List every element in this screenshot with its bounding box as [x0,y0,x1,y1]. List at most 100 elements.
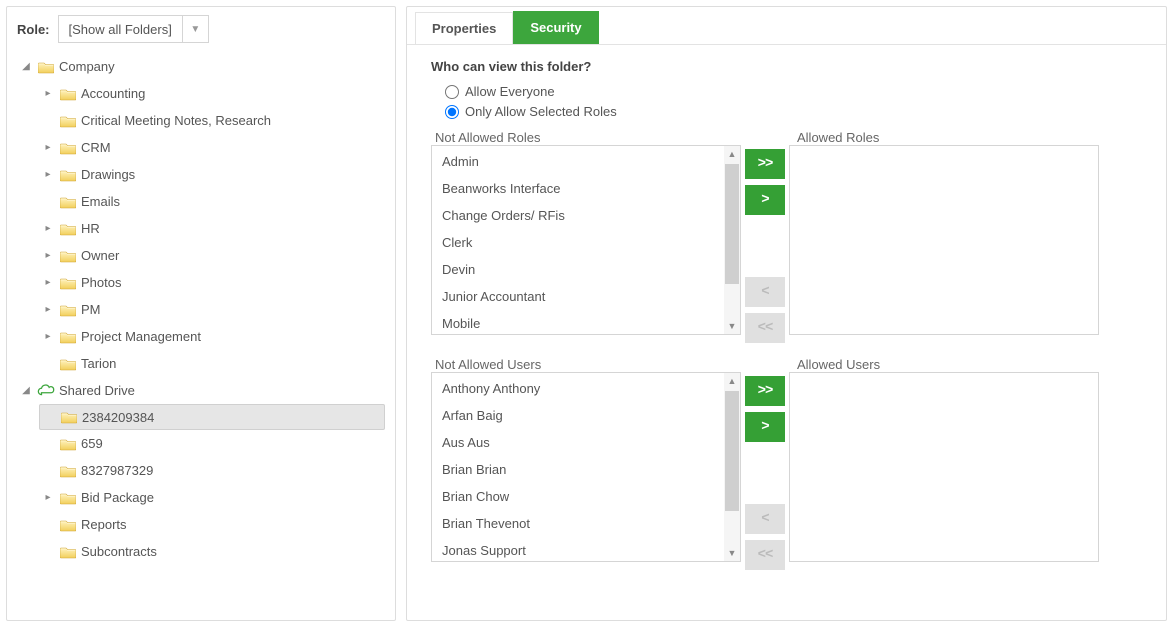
tree-node-label: 2384209384 [82,410,154,425]
chevron-right-icon[interactable]: ▸ [41,331,55,342]
remove-all-roles-button[interactable]: << [745,313,785,343]
folder-tree: ◢ Company ▸ Accounting ▸ Critical Meetin… [17,53,385,565]
tree-node-reports[interactable]: ▸ Reports [39,511,385,538]
tree-node-label: CRM [81,140,111,155]
radio-allow-everyone[interactable]: Allow Everyone [445,82,1148,102]
role-select[interactable]: [Show all Folders] ▼ [58,15,209,43]
tree-node-n2384[interactable]: ▸ 2384209384 [39,404,385,430]
role-transfer-buttons: >> > < << [741,145,789,347]
tree-node-n659[interactable]: ▸ 659 [39,430,385,457]
listbox-allowed-roles[interactable] [789,145,1099,335]
scroll-up-icon[interactable]: ▲ [724,373,740,389]
folder-icon [59,86,77,102]
add-all-users-button[interactable]: >> [745,376,785,406]
tree-node-n8327[interactable]: ▸ 8327987329 [39,457,385,484]
tree-node-bid[interactable]: ▸ Bid Package [39,484,385,511]
folder-icon [59,329,77,345]
tree-node-pm[interactable]: ▸ PM [39,296,385,323]
listbox-not-allowed-users[interactable]: Anthony AnthonyArfan BaigAus AusBrian Br… [431,372,741,562]
not-allowed-user-item[interactable]: Jonas Support [432,537,740,562]
not-allowed-user-item[interactable]: Brian Chow [432,483,740,510]
tree-node-crm[interactable]: ▸ CRM [39,134,385,161]
remove-role-button[interactable]: < [745,277,785,307]
scroll-down-icon[interactable]: ▼ [724,545,740,561]
not-allowed-user-item[interactable]: Brian Thevenot [432,510,740,537]
not-allowed-role-item[interactable]: Devin [432,256,740,283]
cloud-icon [37,383,55,399]
tree-node-label: Company [59,59,115,74]
tab-properties[interactable]: Properties [415,12,513,44]
radio-allow-everyone-input[interactable] [445,85,459,99]
scroll-thumb[interactable] [725,164,739,284]
add-role-button[interactable]: > [745,185,785,215]
tree-node-hr[interactable]: ▸ HR [39,215,385,242]
listbox-allowed-users[interactable] [789,372,1099,562]
tree-node-shared-drive[interactable]: ◢ Shared Drive [17,377,385,404]
listbox-not-allowed-roles[interactable]: AdminBeanworks InterfaceChange Orders/ R… [431,145,741,335]
tree-node-tarion[interactable]: ▸ Tarion [39,350,385,377]
not-allowed-role-item[interactable]: Change Orders/ RFis [432,202,740,229]
chevron-down-icon: ▼ [182,16,208,42]
folder-icon [59,113,77,129]
remove-all-users-button[interactable]: << [745,540,785,570]
security-question: Who can view this folder? [431,59,1148,74]
folder-icon [59,221,77,237]
label-allowed-users: Allowed Users [797,357,880,372]
not-allowed-user-item[interactable]: Aus Aus [432,429,740,456]
chevron-right-icon[interactable]: ▸ [41,277,55,288]
radio-only-selected[interactable]: Only Allow Selected Roles [445,102,1148,122]
tree-node-subs[interactable]: ▸ Subcontracts [39,538,385,565]
tree-node-photos[interactable]: ▸ Photos [39,269,385,296]
not-allowed-role-item[interactable]: Admin [432,148,740,175]
not-allowed-user-item[interactable]: Arfan Baig [432,402,740,429]
tree-node-label: Bid Package [81,490,154,505]
not-allowed-role-item[interactable]: Beanworks Interface [432,175,740,202]
folder-icon [59,167,77,183]
tree-node-label: Owner [81,248,119,263]
not-allowed-user-item[interactable]: Brian Brian [432,456,740,483]
tree-node-label: Project Management [81,329,201,344]
radio-only-selected-label: Only Allow Selected Roles [465,102,617,122]
chevron-right-icon[interactable]: ▸ [41,250,55,261]
folder-icon [59,436,77,452]
chevron-right-icon[interactable]: ▸ [41,142,55,153]
tree-node-projmgmt[interactable]: ▸ Project Management [39,323,385,350]
tree-node-drawings[interactable]: ▸ Drawings [39,161,385,188]
not-allowed-role-item[interactable]: Mobile [432,310,740,335]
not-allowed-role-item[interactable]: Clerk [432,229,740,256]
add-user-button[interactable]: > [745,412,785,442]
tree-node-company[interactable]: ◢ Company [17,53,385,80]
add-all-roles-button[interactable]: >> [745,149,785,179]
radio-only-selected-input[interactable] [445,105,459,119]
folder-icon [59,140,77,156]
tree-node-accounting[interactable]: ▸ Accounting [39,80,385,107]
chevron-down-icon[interactable]: ◢ [19,61,33,72]
scrollbar[interactable]: ▲ ▼ [724,146,740,334]
not-allowed-role-item[interactable]: Junior Accountant [432,283,740,310]
folder-icon [59,275,77,291]
chevron-right-icon[interactable]: ▸ [41,492,55,503]
scroll-down-icon[interactable]: ▼ [724,318,740,334]
folder-icon [59,356,77,372]
tree-node-owner[interactable]: ▸ Owner [39,242,385,269]
scroll-thumb[interactable] [725,391,739,511]
scrollbar[interactable]: ▲ ▼ [724,373,740,561]
tab-bar: Properties Security [407,7,1166,45]
tree-node-label: Subcontracts [81,544,157,559]
not-allowed-user-item[interactable]: Anthony Anthony [432,375,740,402]
folder-icon [37,59,55,75]
chevron-down-icon[interactable]: ◢ [19,385,33,396]
details-panel: Properties Security Who can view this fo… [406,6,1167,621]
folder-icon [59,248,77,264]
chevron-right-icon[interactable]: ▸ [41,223,55,234]
folder-icon [59,490,77,506]
tab-security[interactable]: Security [513,11,598,44]
folder-icon [59,544,77,560]
tree-node-emails[interactable]: ▸ Emails [39,188,385,215]
tree-node-notes[interactable]: ▸ Critical Meeting Notes, Research [39,107,385,134]
remove-user-button[interactable]: < [745,504,785,534]
chevron-right-icon[interactable]: ▸ [41,304,55,315]
chevron-right-icon[interactable]: ▸ [41,169,55,180]
scroll-up-icon[interactable]: ▲ [724,146,740,162]
chevron-right-icon[interactable]: ▸ [41,88,55,99]
